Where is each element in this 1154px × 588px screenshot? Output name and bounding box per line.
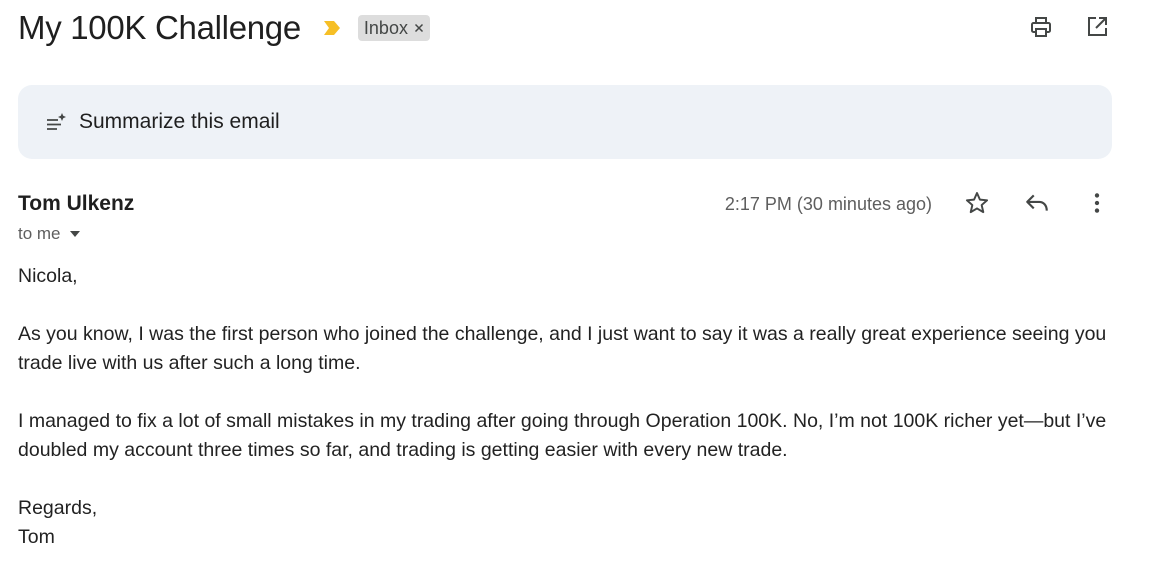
email-view: My 100K Challenge Inbox Summarize this e… — [0, 0, 1154, 588]
print-all-button[interactable] — [1028, 14, 1054, 40]
print-icon — [1031, 17, 1051, 37]
label-chip-inbox: Inbox — [357, 15, 430, 41]
more-vert-icon — [1094, 193, 1100, 213]
message-timestamp: 2:17 PM (30 minutes ago) — [724, 194, 932, 214]
body-paragraph: I managed to fix a lot of small mistakes… — [18, 410, 1107, 461]
reply-icon — [1026, 194, 1048, 211]
subject-row: My 100K Challenge Inbox — [18, 6, 430, 50]
summarize-label: Summarize this email — [79, 110, 280, 133]
caret-down-icon — [69, 230, 81, 238]
sender-name[interactable]: Tom Ulkenz — [18, 192, 134, 216]
importance-marker-icon[interactable] — [322, 20, 342, 36]
email-subject: My 100K Challenge — [18, 9, 301, 46]
open-in-new-window-icon — [1088, 17, 1107, 36]
signature: Tom — [18, 526, 55, 548]
message-actions — [964, 190, 1110, 216]
message-body: Nicola, As you know, I was the first per… — [18, 262, 1118, 552]
recipients-toggle[interactable]: to me — [18, 224, 81, 244]
open-in-new-window-button[interactable] — [1084, 14, 1110, 40]
recipients-text: to me — [18, 224, 61, 243]
summarize-email-button[interactable]: Summarize this email — [18, 85, 1112, 159]
close-icon — [414, 23, 423, 33]
thread-actions — [1028, 14, 1110, 40]
summarize-sparkle-icon — [45, 111, 67, 133]
signoff: Regards, — [18, 497, 98, 519]
star-icon — [965, 192, 989, 214]
more-options-button[interactable] — [1084, 190, 1110, 216]
reply-button[interactable] — [1024, 190, 1050, 216]
body-paragraph: As you know, I was the first person who … — [18, 323, 1107, 374]
remove-label-button[interactable] — [414, 23, 424, 33]
label-chip-text: Inbox — [363, 17, 408, 38]
greeting: Nicola, — [18, 265, 78, 287]
star-button[interactable] — [964, 190, 990, 216]
